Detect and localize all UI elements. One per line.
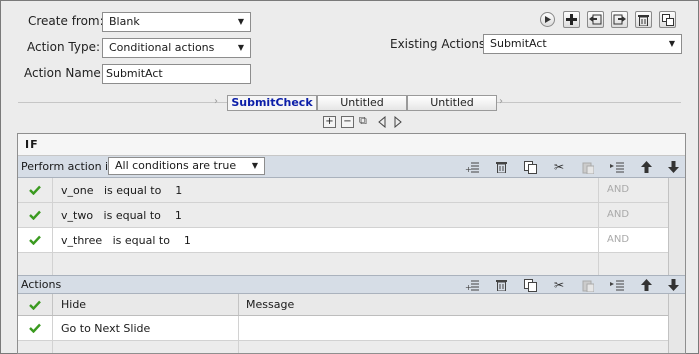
create-from-label: Create from: <box>28 14 104 28</box>
paste-icon[interactable] <box>579 276 597 294</box>
condition-mode-value: All conditions are true <box>115 159 237 172</box>
existing-actions-value: SubmitAct <box>490 37 547 50</box>
condition-mode-dropdown[interactable]: All conditions are true ▼ <box>108 157 265 175</box>
copy-icon[interactable] <box>521 158 539 176</box>
move-up-icon[interactable] <box>637 276 655 294</box>
action-type-value: Conditional actions <box>109 41 215 54</box>
actions-toolbar: Actions + ✂ <box>18 275 685 294</box>
move-down-icon[interactable] <box>664 276 682 294</box>
condition-row[interactable]: v_two is equal to 1 AND <box>18 203 668 228</box>
actions-title: Actions <box>21 278 62 291</box>
play-button[interactable] <box>540 12 555 27</box>
move-up-icon[interactable] <box>637 158 655 176</box>
conditions-toolbar: Perform action if: All conditions are tr… <box>18 156 685 178</box>
add-action-button[interactable] <box>563 11 580 28</box>
existing-actions-dropdown[interactable]: SubmitAct ▼ <box>483 34 682 54</box>
checkmark-icon[interactable] <box>18 178 53 202</box>
existing-actions-label: Existing Actions: <box>390 37 490 51</box>
tab-untitled-2[interactable]: Untitled <box>407 95 497 111</box>
condition-row[interactable]: v_three is equal to 1 AND <box>18 228 668 253</box>
empty-operator-cell <box>598 253 668 275</box>
create-from-value: Blank <box>109 15 140 28</box>
condition-operator[interactable]: AND <box>598 228 668 252</box>
add-decision-button[interactable]: + <box>323 116 336 128</box>
svg-text:+: + <box>465 165 472 173</box>
chevron-down-icon: ▼ <box>668 39 676 48</box>
empty-message-cell <box>238 341 668 353</box>
paste-icon[interactable] <box>579 158 597 176</box>
cut-icon[interactable]: ✂ <box>550 158 568 176</box>
duplicate-icon <box>661 13 674 26</box>
action-text[interactable]: Go to Next Slide <box>61 322 150 335</box>
tab-untitled-1[interactable]: Untitled <box>317 95 407 111</box>
actions-table-header: Hide Message <box>18 294 668 316</box>
minus-icon: − <box>343 116 352 127</box>
header-checkmark-icon <box>18 294 53 315</box>
chevron-down-icon: ▼ <box>237 43 245 52</box>
insert-row-icon[interactable]: + <box>463 158 481 176</box>
perform-action-label: Perform action if: <box>21 160 116 173</box>
condition-text[interactable]: v_one is equal to 1 <box>61 184 182 197</box>
if-header: IF <box>18 134 685 156</box>
chevron-down-icon: ▼ <box>237 17 245 26</box>
condition-operator[interactable]: AND <box>598 178 668 202</box>
condition-operator[interactable]: AND <box>598 203 668 227</box>
delete-icon <box>638 14 649 26</box>
condition-text[interactable]: v_two is equal to 1 <box>61 209 182 222</box>
condition-row[interactable]: v_one is equal to 1 AND <box>18 178 668 203</box>
delete-icon[interactable] <box>492 158 510 176</box>
action-message-cell[interactable] <box>238 316 668 340</box>
import-icon <box>589 14 602 24</box>
if-title: IF <box>25 138 39 151</box>
empty-check-cell <box>18 253 53 275</box>
action-type-dropdown[interactable]: Conditional actions ▼ <box>102 38 251 58</box>
empty-check-cell <box>18 341 53 353</box>
remove-decision-button[interactable]: − <box>341 116 354 128</box>
import-button[interactable] <box>587 11 604 28</box>
checkmark-icon[interactable] <box>18 316 53 340</box>
play-icon <box>545 16 551 23</box>
checkmark-icon[interactable] <box>18 203 53 227</box>
checkmark-icon[interactable] <box>18 228 53 252</box>
decision-panel: IF Perform action if: All conditions are… <box>17 133 686 354</box>
action-name-input[interactable]: SubmitAct <box>102 64 251 84</box>
tab-submitcheck[interactable]: SubmitCheck <box>227 95 317 111</box>
tab-scroll-right-icon[interactable]: › <box>499 96 503 107</box>
condition-row-empty[interactable] <box>18 253 668 275</box>
duplicate-action-button[interactable] <box>659 11 676 28</box>
action-row-empty[interactable] <box>18 341 668 353</box>
insert-below-icon[interactable] <box>608 158 626 176</box>
action-row[interactable]: Go to Next Slide <box>18 316 668 341</box>
move-down-icon[interactable] <box>664 158 682 176</box>
export-icon <box>613 14 626 24</box>
chevron-down-icon: ▼ <box>251 161 259 170</box>
insert-below-icon[interactable] <box>608 276 626 294</box>
conditions-scrollbar[interactable] <box>668 178 685 275</box>
export-button[interactable] <box>611 11 628 28</box>
tab-scroll-left-icon[interactable]: › <box>214 96 218 107</box>
action-name-label: Action Name: <box>24 66 105 80</box>
header-message-column: Message <box>238 294 294 315</box>
copy-icon[interactable] <box>521 276 539 294</box>
actions-scrollbar[interactable] <box>668 294 685 353</box>
insert-row-icon[interactable]: + <box>463 276 481 294</box>
svg-text:+: + <box>465 283 472 291</box>
action-type-label: Action Type: <box>27 40 101 54</box>
header-action-column: Hide <box>61 298 87 311</box>
duplicate-decision-icon[interactable]: ⧉ <box>359 114 367 128</box>
cut-icon[interactable]: ✂ <box>550 276 568 294</box>
move-right-icon[interactable] <box>393 116 403 128</box>
delete-action-button[interactable] <box>635 11 652 28</box>
delete-icon[interactable] <box>492 276 510 294</box>
add-icon: + <box>325 116 334 127</box>
create-from-dropdown[interactable]: Blank ▼ <box>102 12 251 32</box>
move-left-icon[interactable] <box>377 116 387 128</box>
condition-text[interactable]: v_three is equal to 1 <box>61 234 191 247</box>
add-icon <box>566 14 577 25</box>
